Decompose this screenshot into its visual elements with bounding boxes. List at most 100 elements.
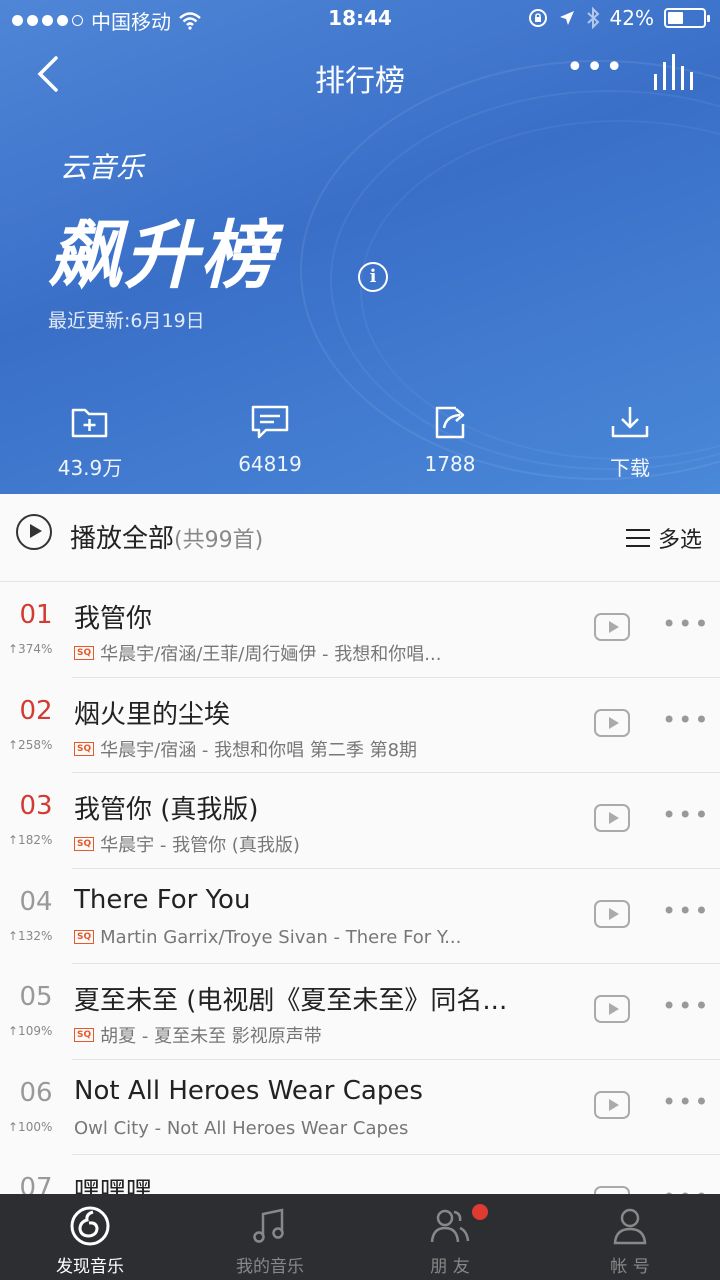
play-all-icon — [16, 514, 52, 550]
song-title: 夏至未至 (电视剧《夏至未至》同名... — [74, 986, 508, 1016]
song-body: Not All Heroes Wear Capes Owl City - Not … — [72, 1060, 720, 1155]
song-body: 夏至未至 (电视剧《夏至未至》同名... SQ 胡夏 - 夏至未至 影视原声带 ••• — [72, 964, 720, 1060]
download-button[interactable]: 下载 — [540, 404, 720, 488]
song-rank: 02 — [19, 695, 53, 726]
friends-icon — [430, 1209, 470, 1243]
song-row[interactable]: 07 嘿嘿嘿 ••• — [0, 1155, 720, 1194]
play-all-row[interactable]: 播放全部(共99首) 多选 — [0, 494, 720, 582]
song-body: 我管你 SQ 华晨宇/宿涵/王菲/周行婳伊 - 我想和你唱... ••• — [72, 582, 720, 678]
tab-friends[interactable]: 朋 友 — [360, 1194, 540, 1280]
tab-account[interactable]: 帐 号 — [540, 1194, 720, 1280]
mv-play-button[interactable] — [594, 1090, 630, 1119]
rank-trend: ↑374% — [8, 642, 53, 656]
equalizer-icon — [654, 54, 693, 90]
song-more-button[interactable]: ••• — [662, 801, 710, 829]
rank-trend: ↑182% — [8, 833, 53, 847]
song-meta: SQ Martin Garrix/Troye Sivan - There For … — [74, 927, 461, 948]
favorite-button[interactable]: 43.9万 — [0, 404, 180, 488]
song-rank: 05 — [19, 982, 53, 1012]
account-icon — [613, 1208, 647, 1245]
tab-label: 我的音乐 — [236, 1257, 304, 1277]
battery-percent: 42% — [609, 6, 654, 30]
sq-badge: SQ — [74, 837, 95, 851]
action-bar: 43.9万 64819 1788 下载 — [0, 404, 720, 488]
favorite-count: 43.9万 — [57, 456, 123, 480]
song-more-button[interactable]: ••• — [662, 1088, 710, 1116]
location-icon — [559, 11, 574, 25]
info-icon[interactable]: i — [358, 262, 388, 292]
more-button[interactable]: ••• — [566, 53, 623, 88]
artist-album: 华晨宇/宿涵/王菲/周行婳伊 - 我想和你唱... — [100, 644, 442, 665]
tab-bar: 发现音乐 我的音乐 朋 友 帐 号 — [0, 1194, 720, 1280]
mv-play-button[interactable] — [594, 1186, 630, 1194]
rank-trend: ↑132% — [8, 928, 53, 943]
song-meta: SQ 华晨宇 - 我管你 (真我版) — [74, 831, 300, 857]
play-all-label: 播放全部(共99首) — [70, 524, 264, 554]
my-music-icon — [253, 1208, 284, 1243]
song-more-button[interactable]: ••• — [662, 610, 710, 638]
bluetooth-icon — [586, 7, 599, 29]
artist-album: Owl City - Not All Heroes Wear Capes — [74, 1117, 409, 1139]
song-more-button[interactable]: ••• — [662, 706, 710, 734]
mv-play-button[interactable] — [594, 708, 630, 737]
chart-name: 飙升榜 — [48, 213, 276, 299]
rank-trend: ↑100% — [8, 1119, 53, 1134]
tab-my-music[interactable]: 我的音乐 — [180, 1194, 360, 1280]
mv-play-button[interactable] — [594, 804, 630, 832]
song-title: Not All Heroes Wear Capes — [74, 1075, 423, 1106]
song-list: 01 ↑374% 我管你 SQ 华晨宇/宿涵/王菲/周行婳伊 - 我想和你唱... •••… — [0, 582, 720, 1194]
mv-play-button[interactable] — [594, 899, 630, 928]
song-row[interactable]: 01 ↑374% 我管你 SQ 华晨宇/宿涵/王菲/周行婳伊 - 我想和你唱... ••• — [0, 582, 720, 678]
song-title: 我管你 (真我版) — [74, 795, 259, 825]
song-row[interactable]: 04 ↑132% There For You SQ Martin Garrix/Troy… — [0, 869, 720, 964]
sq-badge: SQ — [74, 1028, 95, 1042]
song-rank: 03 — [19, 791, 53, 821]
song-meta: SQ 华晨宇/宿涵/王菲/周行婳伊 - 我想和你唱... — [74, 640, 441, 666]
song-title: There For You — [74, 884, 251, 915]
sq-badge: SQ — [74, 741, 95, 756]
download-icon — [611, 407, 649, 438]
song-rank: 07 — [19, 1173, 53, 1194]
rotation-lock-icon — [528, 9, 547, 27]
song-row[interactable]: 05 ↑109% 夏至未至 (电视剧《夏至未至》同名... SQ 胡夏 - 夏至未至 影… — [0, 964, 720, 1060]
song-body: 我管你 (真我版) SQ 华晨宇 - 我管你 (真我版) ••• — [72, 773, 720, 869]
list-icon — [625, 528, 650, 548]
rank-trend: ↑109% — [8, 1024, 53, 1038]
song-meta: SQ 华晨宇/宿涵 - 我想和你唱 第二季 第8期 — [74, 736, 417, 762]
mv-play-button[interactable] — [594, 613, 630, 641]
song-body: 烟火里的尘埃 SQ 华晨宇/宿涵 - 我想和你唱 第二季 第8期 ••• — [72, 678, 720, 773]
sq-badge: SQ — [74, 930, 95, 944]
artist-album: Martin Garrix/Troye Sivan - There For Y.… — [100, 926, 462, 948]
nav-bar: 排行榜 ••• — [0, 44, 720, 104]
status-bar: 中国移动 18:44 42% — [0, 0, 720, 36]
rank-trend: ↑258% — [8, 737, 53, 752]
tab-discover-music[interactable]: 发现音乐 — [0, 1194, 180, 1280]
brand-subtitle: 云音乐 — [60, 151, 145, 184]
comment-icon — [251, 405, 289, 439]
share-button[interactable]: 1788 — [360, 404, 540, 488]
multi-select-button[interactable]: 多选 — [625, 522, 702, 554]
song-more-button[interactable]: ••• — [662, 992, 710, 1020]
song-rank: 04 — [19, 886, 53, 917]
song-title: 我管你 — [74, 604, 153, 634]
song-rank: 06 — [19, 1077, 53, 1108]
mv-play-button[interactable] — [594, 995, 630, 1023]
comment-button[interactable]: 64819 — [180, 404, 360, 488]
update-date: 最近更新:6月19日 — [48, 310, 205, 332]
song-rank: 01 — [19, 600, 53, 630]
artist-album: 胡夏 - 夏至未至 影视原声带 — [100, 1026, 322, 1047]
song-title: 嘿嘿嘿 — [74, 1177, 153, 1194]
now-playing-button[interactable] — [646, 52, 696, 96]
tab-label: 朋 友 — [430, 1257, 470, 1277]
tab-label: 发现音乐 — [56, 1257, 124, 1277]
discover-music-icon — [70, 1206, 110, 1246]
song-more-button[interactable]: ••• — [662, 1183, 710, 1194]
artist-album: 华晨宇 - 我管你 (真我版) — [100, 835, 300, 856]
song-row[interactable]: 02 ↑258% 烟火里的尘埃 SQ 华晨宇/宿涵 - 我想和你唱 第二季 第8期 ••• — [0, 678, 720, 773]
song-row[interactable]: 03 ↑182% 我管你 (真我版) SQ 华晨宇 - 我管你 (真我版) ••• — [0, 773, 720, 869]
song-meta: SQ 胡夏 - 夏至未至 影视原声带 — [74, 1022, 322, 1048]
battery-icon — [664, 8, 710, 28]
song-row[interactable]: 06 ↑100% Not All Heroes Wear Capes Owl City… — [0, 1060, 720, 1155]
song-more-button[interactable]: ••• — [662, 897, 710, 925]
song-meta: Owl City - Not All Heroes Wear Capes — [74, 1118, 408, 1139]
